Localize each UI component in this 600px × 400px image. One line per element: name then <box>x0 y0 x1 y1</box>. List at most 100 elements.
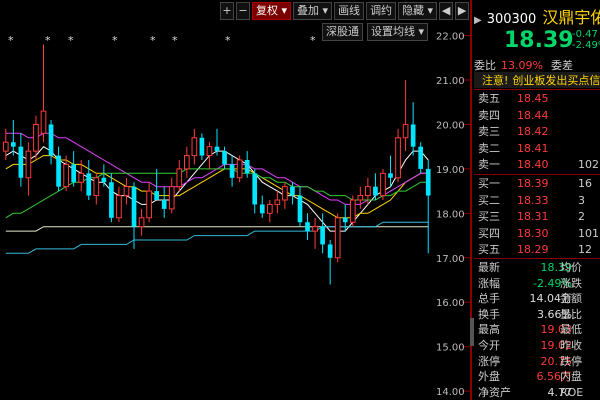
candle-body <box>395 137 401 179</box>
ask-volume: 102 <box>578 158 599 171</box>
candle-body <box>78 172 85 183</box>
order-diff-label: 委差 <box>550 59 573 72</box>
bid-row[interactable]: 买五 18.29 12 <box>474 242 600 259</box>
kline-chart[interactable]: 22.00 21.00 20.00 19.00 18.00 17.00 16.00 15.00… <box>0 0 470 400</box>
stats-table: 最新 18.39 均价 涨幅 -2.49% 涨跌 总手 14.04万 金额 换手 3.66% 量比 最高… <box>474 260 600 400</box>
overlay-button[interactable]: 叠加 ▾ <box>293 2 333 20</box>
price-row: 18.39 -0.47 -2.49% <box>474 26 600 54</box>
notice-label: 注意! <box>482 74 509 87</box>
candle-body <box>342 217 348 223</box>
bid-price: 18.30 <box>517 226 549 240</box>
candle-body <box>402 123 409 139</box>
stat-label-2: 金额 <box>560 292 582 306</box>
stat-row: 涨停 20.75 跌停 <box>474 354 600 370</box>
candle-body <box>109 182 114 218</box>
contract-button[interactable]: 调约 <box>366 2 397 20</box>
y-tick-label: 22.00 <box>436 32 465 43</box>
stat-label-2: 跌停 <box>560 354 582 368</box>
session-marker: * <box>8 34 14 47</box>
candle-body <box>373 186 378 196</box>
change-percent: -2.49% <box>572 40 600 51</box>
bid-label: 买一 <box>478 177 500 190</box>
bid-volume: 2 <box>578 210 585 223</box>
candle-body <box>380 172 386 197</box>
candle-body <box>320 226 325 245</box>
candle-body <box>327 244 333 258</box>
bid-volume: 12 <box>578 243 592 256</box>
stat-row: 最新 18.39 均价 <box>474 260 600 276</box>
bid-book: 买一 18.39 16 买二 18.33 3 买三 18.31 2 买四 18.30 101 买五 18.… <box>474 176 600 259</box>
bid-price: 18.33 <box>517 193 549 207</box>
stat-label: 换手 <box>478 307 500 321</box>
candle-body <box>252 173 258 205</box>
shenzhen-connect-button[interactable]: 深股通 <box>322 23 363 41</box>
bid-row[interactable]: 买四 18.30 101 <box>474 226 600 243</box>
ask-row[interactable]: 卖五 18.45 <box>474 91 600 108</box>
stat-label-2: 最低 <box>560 323 582 337</box>
bid-row[interactable]: 买二 18.33 3 <box>474 193 600 210</box>
stat-row: 净资产 4.77 ROE <box>474 385 600 400</box>
hide-label: 隐藏 <box>402 4 425 17</box>
stat-label: 涨幅 <box>478 276 500 290</box>
stat-label: 涨停 <box>478 354 500 368</box>
notice-bar[interactable]: 注意!创业板发出买点信号 <box>474 72 600 88</box>
ask-label: 卖三 <box>478 125 500 138</box>
bid-label: 买二 <box>478 193 500 207</box>
adjust-price-button[interactable]: 复权 ▾ <box>252 2 292 20</box>
session-marker: * <box>150 34 156 47</box>
chart-toolbar: + − 复权 ▾ 叠加 ▾ 画线 调约 隐藏 ▾ ◀ ▶ <box>220 2 470 20</box>
ma-line-3 <box>5 168 429 219</box>
y-tick-label: 16.00 <box>436 298 465 309</box>
candle-body <box>282 186 288 201</box>
set-ma-button[interactable]: 设置均线 ▾ <box>367 23 429 41</box>
session-marker: * <box>310 34 316 47</box>
zoom-in-button[interactable]: + <box>220 2 234 20</box>
bid-volume: 16 <box>578 177 592 190</box>
stat-label-2: 内盘 <box>560 370 582 384</box>
candle-body <box>410 124 416 147</box>
y-tick-label: 19.00 <box>436 165 465 176</box>
ask-price: 18.42 <box>517 125 549 138</box>
candle-body <box>312 226 318 232</box>
divider <box>474 174 600 175</box>
bid-row[interactable]: 买三 18.31 2 <box>474 209 600 226</box>
stat-label-2: 均价 <box>560 261 582 274</box>
candle-body <box>71 164 77 183</box>
set-ma-label: 设置均线 <box>371 25 415 38</box>
candle-body <box>365 186 371 197</box>
nav-left-icon[interactable]: ◀ <box>439 2 454 20</box>
stat-row: 总手 14.04万 金额 <box>474 291 600 307</box>
ask-row[interactable]: 卖一 18.40 102 <box>474 157 600 174</box>
ask-row[interactable]: 卖四 18.44 <box>474 108 600 125</box>
session-marker: * <box>225 34 231 47</box>
draw-line-button[interactable]: 画线 <box>334 2 365 20</box>
candle-body <box>357 195 364 201</box>
nav-right-icon[interactable]: ▶ <box>455 2 470 20</box>
stat-label: 最高 <box>478 323 500 337</box>
zoom-out-button[interactable]: − <box>236 2 250 20</box>
candle-body <box>266 203 273 214</box>
change-value: -0.47 <box>572 29 598 40</box>
ask-row[interactable]: 卖三 18.42 <box>474 124 600 141</box>
ask-row[interactable]: 卖二 18.41 <box>474 141 600 158</box>
hide-button[interactable]: 隐藏 ▾ <box>398 2 438 20</box>
candle-body <box>290 186 295 196</box>
candle-body <box>206 146 213 157</box>
ask-label: 卖一 <box>478 158 500 171</box>
ask-price: 18.45 <box>517 92 549 105</box>
stat-row: 换手 3.66% 量比 <box>474 307 600 323</box>
candle-body <box>138 217 145 228</box>
ma-line-0 <box>5 146 429 232</box>
candle-body <box>305 222 310 232</box>
stat-label-2: 量比 <box>560 307 582 321</box>
candle-body <box>123 186 130 197</box>
candle-body <box>425 168 431 196</box>
adjust-price-label: 复权 <box>256 4 278 17</box>
bid-label: 买三 <box>478 210 500 223</box>
candle-body <box>86 173 92 196</box>
order-ratio-value: 13.09% <box>501 59 543 72</box>
ask-price: 18.41 <box>517 141 549 155</box>
stat-row: 最高 19.03 最低 <box>474 322 600 338</box>
divider <box>474 258 600 259</box>
bid-row[interactable]: 买一 18.39 16 <box>474 176 600 193</box>
